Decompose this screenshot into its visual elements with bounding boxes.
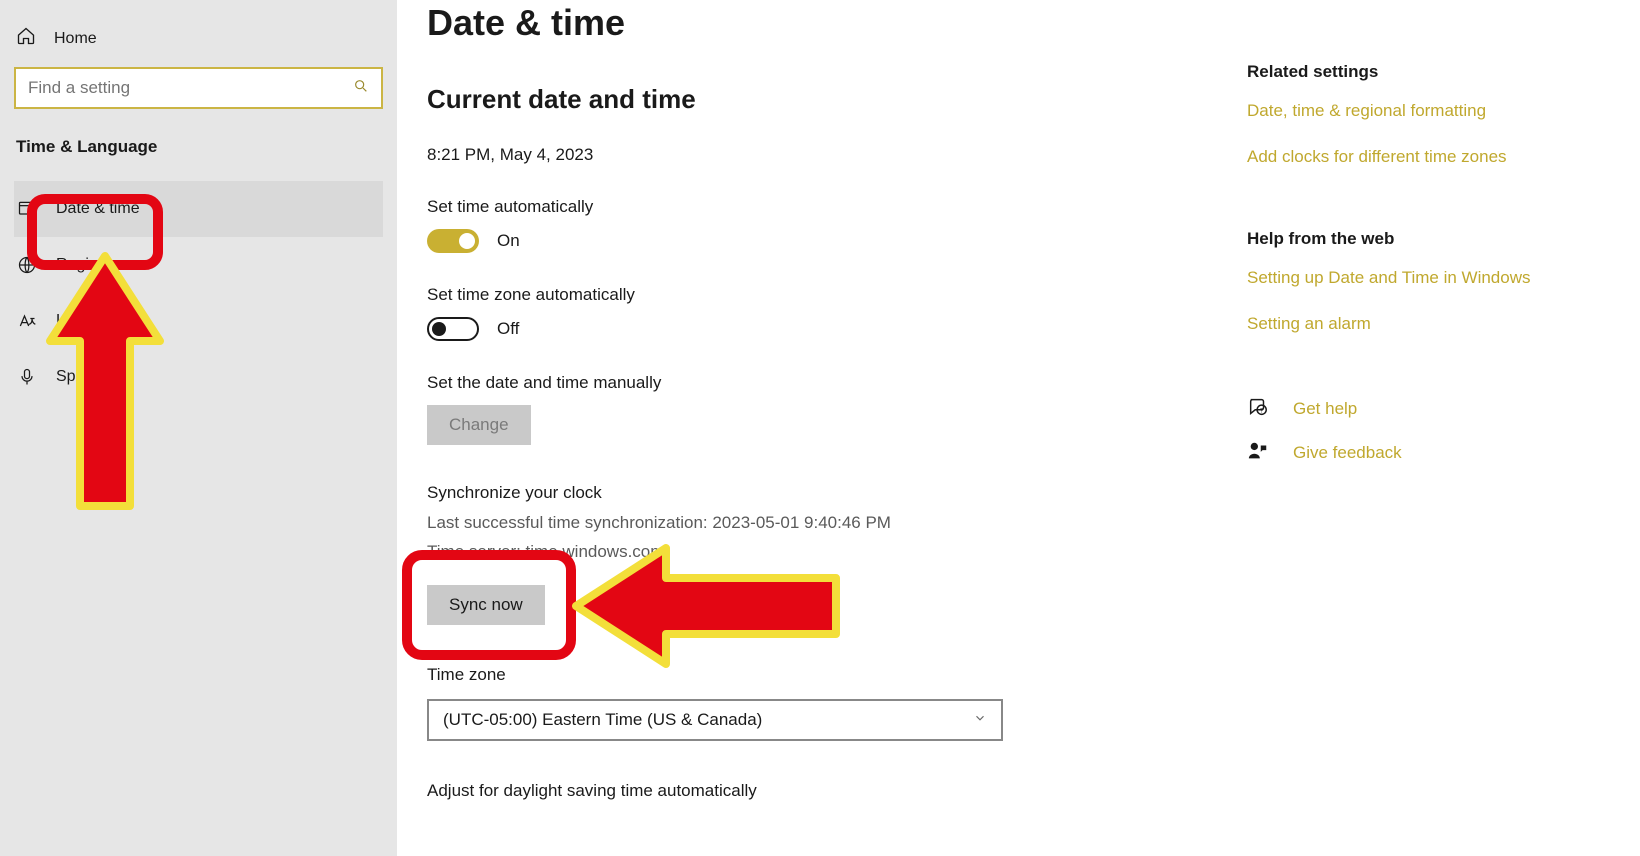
sidebar-item-label: Speech [56, 368, 110, 386]
sync-clock-label: Synchronize your clock [427, 483, 1187, 503]
sidebar-item-speech[interactable]: Speech [14, 349, 383, 405]
sync-server-text: Time server: time.windows.com [427, 538, 1187, 567]
chat-icon: ? [1247, 396, 1269, 422]
sidebar: Home Time & Language Date & time Region … [0, 0, 397, 856]
auto-time-state: On [497, 231, 520, 251]
timezone-select[interactable]: (UTC-05:00) Eastern Time (US & Canada) [427, 699, 1003, 741]
sidebar-item-region[interactable]: Region [14, 237, 383, 293]
related-settings-head: Related settings [1247, 62, 1587, 82]
auto-time-label: Set time automatically [427, 197, 1187, 217]
calendar-clock-icon [16, 199, 38, 219]
main-content: Date & time Current date and time 8:21 P… [397, 0, 1640, 856]
auto-tz-toggle[interactable] [427, 317, 479, 341]
change-button: Change [427, 405, 531, 445]
auto-tz-label: Set time zone automatically [427, 285, 1187, 305]
sidebar-item-language[interactable]: Language [14, 293, 383, 349]
link-help-datetime[interactable]: Setting up Date and Time in Windows [1247, 265, 1587, 291]
sync-now-button[interactable]: Sync now [427, 585, 545, 625]
search-input[interactable] [28, 78, 335, 98]
sidebar-item-label: Language [56, 312, 127, 330]
microphone-icon [16, 367, 38, 387]
home-label: Home [54, 30, 97, 48]
auto-time-toggle[interactable] [427, 229, 479, 253]
link-add-clocks[interactable]: Add clocks for different time zones [1247, 144, 1587, 170]
manual-time-label: Set the date and time manually [427, 373, 1187, 393]
svg-text:?: ? [1260, 408, 1264, 415]
help-web-head: Help from the web [1247, 229, 1587, 249]
link-help-alarm[interactable]: Setting an alarm [1247, 311, 1587, 337]
dst-label: Adjust for daylight saving time automati… [427, 781, 1187, 801]
sync-last-text: Last successful time synchronization: 20… [427, 509, 1187, 538]
feedback-icon [1247, 440, 1269, 466]
auto-tz-state: Off [497, 319, 519, 339]
link-give-feedback[interactable]: Give feedback [1293, 440, 1402, 466]
chevron-down-icon [973, 710, 987, 730]
timezone-value: (UTC-05:00) Eastern Time (US & Canada) [443, 710, 762, 730]
sidebar-item-date-time[interactable]: Date & time [14, 181, 383, 237]
section-current-datetime: Current date and time [427, 84, 1187, 115]
search-box[interactable] [14, 67, 383, 109]
home-icon [16, 26, 36, 51]
main-column: Date & time Current date and time 8:21 P… [427, 2, 1187, 856]
page-title: Date & time [427, 2, 1187, 44]
current-datetime-value: 8:21 PM, May 4, 2023 [427, 145, 1187, 165]
globe-icon [16, 255, 38, 275]
timezone-label: Time zone [427, 665, 1187, 685]
right-column: Related settings Date, time & regional f… [1247, 2, 1587, 856]
search-icon [353, 78, 369, 98]
link-get-help[interactable]: Get help [1293, 396, 1357, 422]
link-regional-formatting[interactable]: Date, time & regional formatting [1247, 98, 1587, 124]
sidebar-item-label: Region [56, 256, 107, 274]
sidebar-item-label: Date & time [56, 200, 140, 218]
category-header: Time & Language [16, 137, 383, 157]
language-icon [16, 311, 38, 331]
home-nav[interactable]: Home [14, 18, 383, 67]
